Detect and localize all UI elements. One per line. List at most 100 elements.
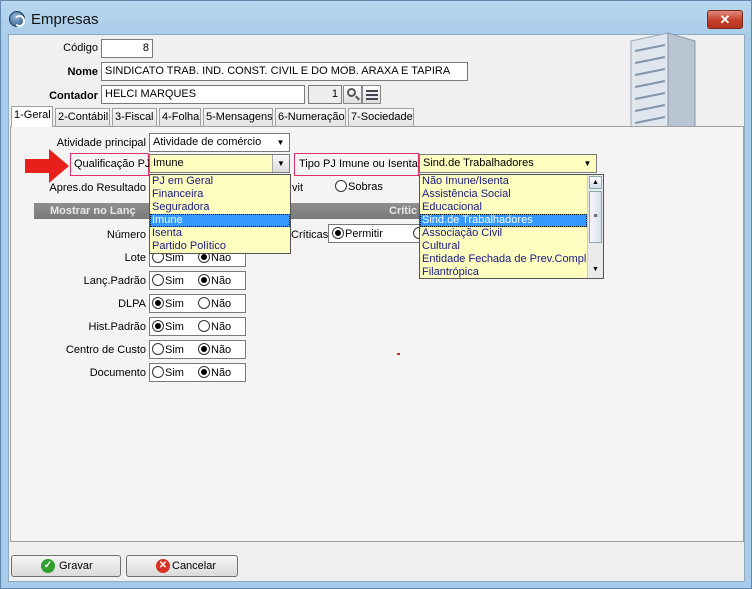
radio-checked-icon [198,343,210,355]
qualificacao-select[interactable]: Imune ▼ [149,154,290,173]
sim-label: Sim [165,275,184,287]
contador-search-button[interactable] [343,85,362,104]
nao-label: Não [211,321,232,333]
tab-numeracao[interactable]: 6-Numeração [275,108,346,127]
tipo-option[interactable]: Assistência Social [420,188,603,201]
hist-padrao-radio-group: Sim Não [149,317,246,336]
tipo-option[interactable]: Não Imune/Isenta [420,175,603,188]
apres-sobras-radio[interactable]: Sobras [335,180,383,194]
atividade-select[interactable]: Atividade de comércio ▼ [149,133,290,152]
radio-checked-icon [152,297,164,309]
hist-padrao-sim-radio[interactable]: Sim [152,320,184,334]
criticas-header-text: Crític [389,205,418,217]
tab-mensagens[interactable]: 5-Mensagens [203,108,273,127]
dlpa-radio-group: Sim Não [149,294,246,313]
qualificacao-option[interactable]: Financeira [150,188,290,201]
apres-label: Apres.do Resultado [49,182,146,194]
tipo-option[interactable]: Cultural [420,240,603,253]
radio-icon [198,320,210,332]
documento-sim-radio[interactable]: Sim [152,366,184,380]
tab-sociedade[interactable]: 7-Sociedade [348,108,414,127]
documento-nao-radio[interactable]: Não [198,366,231,380]
scroll-thumb[interactable]: ≡ [589,191,602,243]
chevron-down-icon: ▼ [272,134,289,151]
window-title: Empresas [31,11,99,28]
contador-field[interactable]: HELCI MARQUES [101,85,305,104]
empresas-window: Empresas ✕ Código 8 Nome SINDICATO TRAB.… [0,0,752,589]
centro-custo-nao-radio[interactable]: Não [198,343,231,357]
tipo-select[interactable]: Sind.de Trabalhadores ▼ [419,154,597,173]
criticas-radio-group: Permitir [328,224,429,243]
tab-fiscal[interactable]: 3-Fiscal [112,108,157,127]
lanc-padrao-label: Lanç.Padrão [83,275,146,287]
lanc-padrao-sim-radio[interactable]: Sim [152,274,184,288]
tipo-option[interactable]: Entidade Fechada de Prev.Compl. [420,253,603,266]
chevron-down-icon[interactable]: ▼ [272,155,289,172]
magnifier-handle [355,95,360,101]
qualificacao-option[interactable]: Isenta [150,227,290,240]
tipo-option-selected[interactable]: Sind.de Trabalhadores [420,214,587,227]
gravar-label: Gravar [59,560,93,572]
nao-label: Não [211,344,232,356]
tipo-value: Sind.de Trabalhadores [423,157,534,169]
tipo-option[interactable]: Educacional [420,201,603,214]
tipo-dropdown-list: Não Imune/Isenta Assistência Social Educ… [419,174,604,279]
list-icon-middle [366,94,378,96]
qualificacao-option[interactable]: Seguradora [150,201,290,214]
gravar-button[interactable]: ✓ Gravar [11,555,121,577]
red-dot-mark [397,353,400,355]
chevron-down-icon[interactable]: ▼ [579,155,596,172]
hist-padrao-label: Hist.Padrão [88,321,146,333]
radio-checked-icon [198,274,210,286]
tab-geral[interactable]: 1-Geral [11,106,53,127]
close-button[interactable]: ✕ [707,10,743,29]
criticas-permitir-label: Permitir [345,228,383,240]
lanc-padrao-nao-radio[interactable]: Não [198,274,231,288]
sim-label: Sim [165,321,184,333]
scroll-down-icon[interactable]: ▼ [589,264,602,277]
mostrar-header-text: Mostrar no Lanç [50,205,136,217]
documento-radio-group: Sim Não [149,363,246,382]
apres-sobras-label: Sobras [348,181,383,193]
centro-custo-label: Centro de Custo [65,344,146,356]
scroll-up-icon[interactable]: ▲ [589,176,602,189]
codigo-field[interactable]: 8 [101,39,153,58]
qualificacao-option[interactable]: PJ em Geral [150,175,290,188]
apres-option-partial[interactable]: vit [292,182,303,194]
dlpa-sim-radio[interactable]: Sim [152,297,184,311]
atividade-label: Atividade principal [56,137,146,149]
sim-label: Sim [165,367,184,379]
radio-checked-icon [198,366,210,378]
nao-label: Não [211,367,232,379]
nao-label: Não [211,298,232,310]
tipo-option[interactable]: Associação Civil [420,227,603,240]
nome-field[interactable]: SINDICATO TRAB. IND. CONST. CIVIL E DO M… [101,62,468,81]
tipo-dropdown-scrollbar[interactable]: ▲ ≡ ▼ [587,175,603,278]
contador-code-field: 1 [308,85,342,104]
cancelar-button[interactable]: ✕ Cancelar [126,555,238,577]
numero-label: Número [106,229,146,241]
cancelar-label: Cancelar [172,560,217,572]
qualificacao-option-selected[interactable]: Imune [150,214,290,227]
lanc-padrao-radio-group: Sim Não [149,271,246,290]
sim-label: Sim [165,298,184,310]
contador-label: Contador [49,90,98,102]
qualificacao-option[interactable]: Partido Político [150,240,290,253]
dlpa-nao-radio[interactable]: Não [198,297,231,311]
nome-label: Nome [67,66,98,78]
qualificacao-value: Imune [153,157,184,169]
check-icon: ✓ [41,559,55,573]
radio-checked-icon [332,227,344,239]
tipo-option[interactable]: Filantrópica [420,266,603,279]
tab-contabil[interactable]: 2-Contábil [55,108,110,127]
contador-list-button[interactable] [362,85,381,104]
qualificacao-label: Qualificação PJ [74,158,151,170]
criticas-permitir-radio[interactable]: Permitir [332,227,383,241]
nao-label: Não [211,275,232,287]
tab-folha[interactable]: 4-Folha [159,108,201,127]
centro-custo-sim-radio[interactable]: Sim [152,343,184,357]
radio-icon [152,366,164,378]
radio-icon [335,180,347,192]
atividade-value: Atividade de comércio [153,136,262,148]
hist-padrao-nao-radio[interactable]: Não [198,320,231,334]
